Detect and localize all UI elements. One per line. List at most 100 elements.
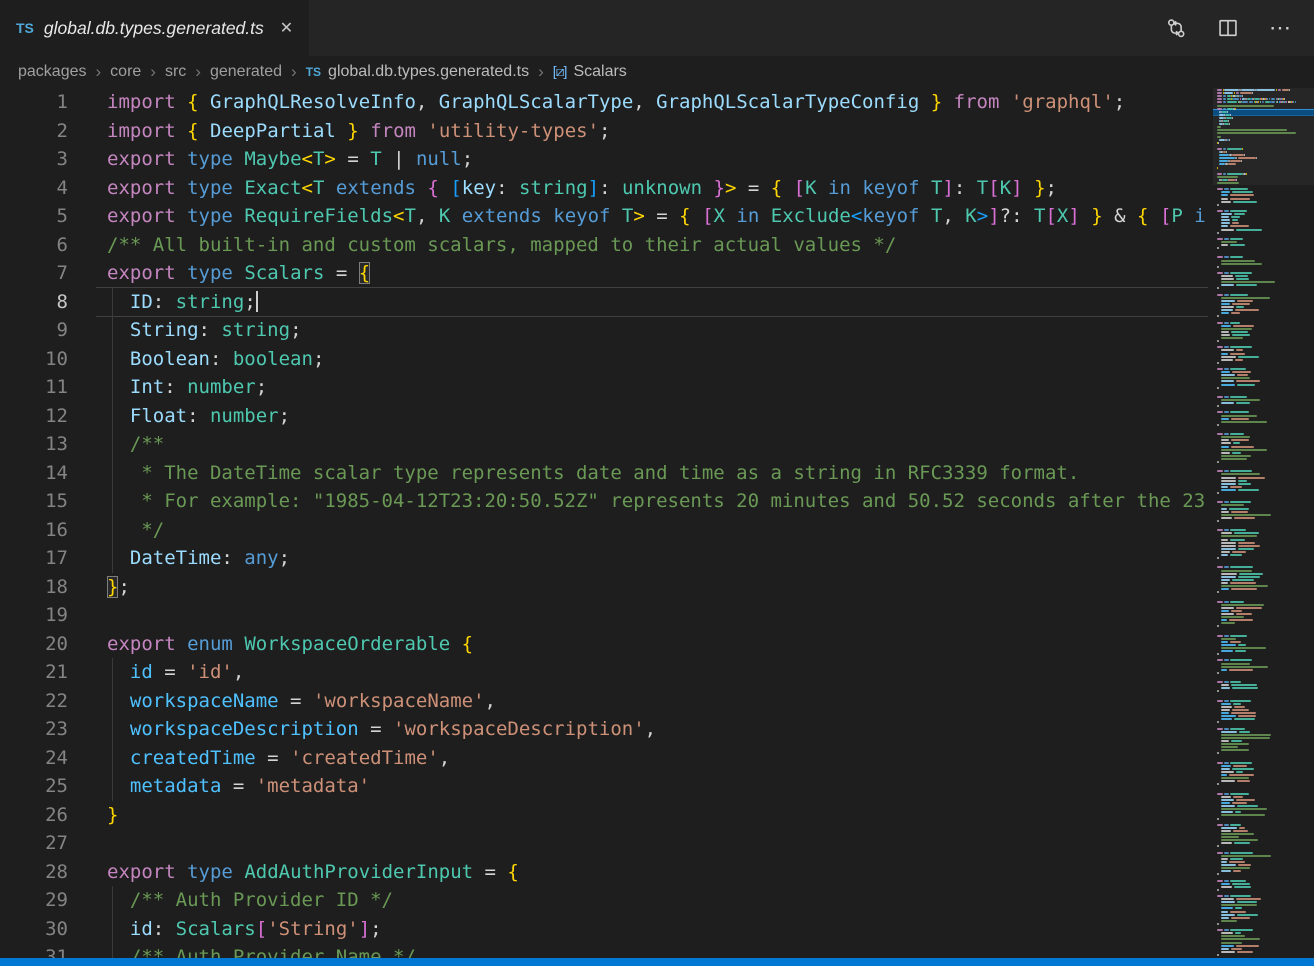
code-text: export enum WorkspaceOrderable { [107,630,473,659]
minimap-line [1217,690,1219,692]
more-actions-icon[interactable]: ⋯ [1268,16,1292,40]
code-line-19[interactable]: 19 [0,601,1208,630]
minimap-line [1221,808,1267,810]
code-line-25[interactable]: 25 metadata = 'metadata' [0,772,1208,801]
minimap-line [1224,929,1229,931]
code-line-30[interactable]: 30 id: Scalars['String']; [0,915,1208,944]
code-line-13[interactable]: 13 /** [0,430,1208,459]
minimap-line [1217,129,1287,131]
code-line-29[interactable]: 29 /** Auth Provider ID */ [0,886,1208,915]
code-line-3[interactable]: 3export type Maybe<T> = T | null; [0,145,1208,174]
code-line-23[interactable]: 23 workspaceDescription = 'workspaceDesc… [0,715,1208,744]
minimap-line [1236,613,1252,615]
minimap-line [1221,588,1229,590]
code-line-9[interactable]: 9 String: string; [0,316,1208,345]
code-text: export type AddAuthProviderInput = { [107,858,519,887]
minimap-line [1221,833,1254,835]
minimap-line [1233,765,1248,767]
code-line-15[interactable]: 15 * For example: "1985-04-12T23:20:50.5… [0,487,1208,516]
breadcrumb-item-file[interactable]: TSglobal.db.types.generated.ts [306,63,529,81]
code-line-14[interactable]: 14 * The DateTime scalar type represents… [0,459,1208,488]
minimap-line [1217,762,1223,764]
minimap-line [1238,489,1258,491]
minimap-line [1224,92,1233,94]
code-line-16[interactable]: 16 */ [0,516,1208,545]
breadcrumb-item-packages[interactable]: packages [18,63,87,81]
code-line-27[interactable]: 27 [0,829,1208,858]
code-line-2[interactable]: 2import { DeepPartial } from 'utility-ty… [0,117,1208,146]
tab-global-db-types-generated[interactable]: TS global.db.types.generated.ts ✕ [0,0,310,56]
minimap-line [1221,380,1234,382]
minimap-line [1221,284,1234,286]
minimap-line [1221,514,1271,516]
minimap-line [1217,188,1223,190]
minimap-line [1221,920,1237,922]
minimap-line [1221,842,1232,844]
minimap-line [1235,359,1244,361]
code-line-5[interactable]: 5export type RequireFields<T, K extends … [0,202,1208,231]
minimap-line [1237,780,1251,782]
minimap-line [1221,446,1229,448]
breadcrumb: packages›core›src›generated›TSglobal.db.… [0,56,1314,88]
code-line-7[interactable]: 7export type Scalars = { [0,259,1208,288]
minimap-line [1221,886,1232,888]
minimap-line [1221,604,1264,606]
minimap-line [1238,715,1256,717]
split-editor-icon[interactable] [1216,16,1240,40]
minimap-line [1231,588,1257,590]
code-text: String: string; [107,316,302,345]
code-line-6[interactable]: 6/** All built-in and custom scalars, ma… [0,231,1208,260]
code-line-31[interactable]: 31 /** Auth Provider Name */ [0,943,1208,958]
minimap-line [1237,384,1254,386]
code-line-21[interactable]: 21 id = 'id', [0,658,1208,687]
code-line-28[interactable]: 28export type AddAuthProviderInput = { [0,858,1208,887]
minimap-line [1236,771,1243,773]
code-text: /** [107,430,164,459]
minimap-line [1235,650,1246,652]
typescript-icon: TS [306,65,321,79]
close-icon[interactable]: ✕ [280,18,293,38]
minimap-line [1230,353,1245,355]
code-line-17[interactable]: 17 DateTime: any; [0,544,1208,573]
code-line-22[interactable]: 22 workspaceName = 'workspaceName', [0,687,1208,716]
code-line-11[interactable]: 11 Int: number; [0,373,1208,402]
code-line-26[interactable]: 26} [0,801,1208,830]
minimap-line [1230,681,1241,683]
line-number: 17 [0,544,68,573]
minimap-line [1219,160,1228,162]
minimap[interactable] [1213,88,1314,958]
breadcrumb-item-symbol[interactable]: [⧄]Scalars [553,63,627,81]
code-text: Int: number; [107,373,267,402]
code-editor[interactable]: 1import { GraphQLResolveInfo, GraphQLSca… [0,88,1208,958]
minimap-line [1230,880,1246,882]
code-line-12[interactable]: 12 Float: number; [0,402,1208,431]
code-line-8[interactable]: 8 ID: string; [0,288,1208,317]
breadcrumb-item-core[interactable]: core [110,63,141,81]
minimap-line [1221,449,1267,451]
minimap-line [1221,650,1233,652]
minimap-line [1236,229,1262,231]
minimap-line [1238,483,1250,485]
breadcrumb-item-src[interactable]: src [165,63,186,81]
code-line-18[interactable]: 18}; [0,573,1208,602]
code-line-4[interactable]: 4export type Exact<T extends { [key: str… [0,174,1208,203]
minimap-line [1221,765,1231,767]
minimap-line [1221,244,1228,246]
code-line-24[interactable]: 24 createdTime = 'createdTime', [0,744,1208,773]
code-text: createdTime = 'createdTime', [107,744,450,773]
code-line-20[interactable]: 20export enum WorkspaceOrderable { [0,630,1208,659]
minimap-line [1221,473,1260,475]
minimap-line [1232,802,1246,804]
open-changes-icon[interactable] [1164,16,1188,40]
breadcrumb-item-generated[interactable]: generated [210,63,282,81]
minimap-line [1217,557,1219,559]
minimap-line [1237,914,1258,916]
code-line-10[interactable]: 10 Boolean: boolean; [0,345,1208,374]
minimap-line [1221,402,1234,404]
minimap-line [1221,666,1268,668]
code-line-1[interactable]: 1import { GraphQLResolveInfo, GraphQLSca… [0,88,1208,117]
minimap-line [1230,433,1244,435]
line-number: 6 [0,231,68,260]
minimap-line [1234,718,1255,720]
minimap-line [1224,895,1229,897]
